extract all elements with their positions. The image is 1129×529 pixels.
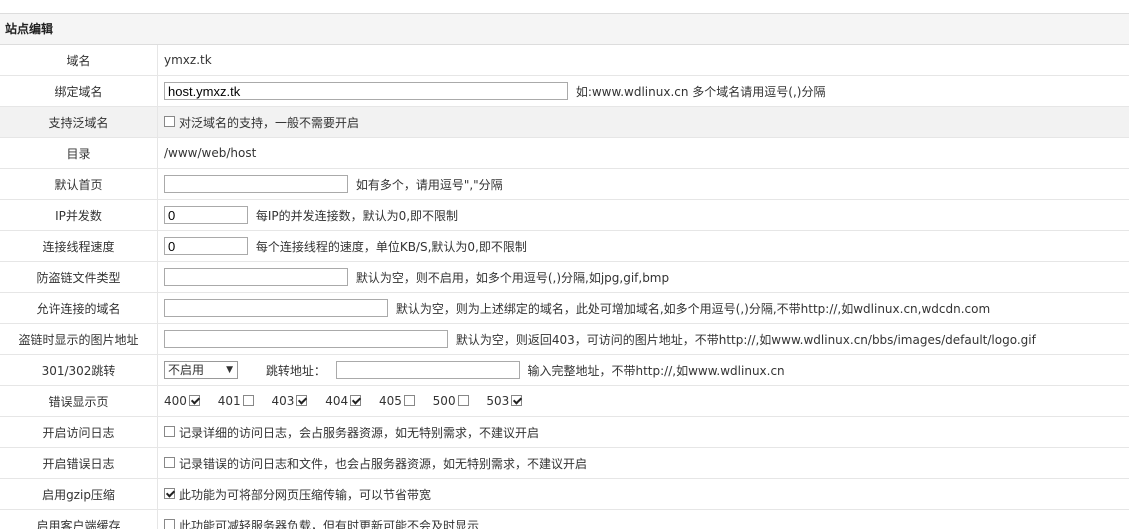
default-index-input[interactable] — [164, 175, 348, 193]
row-access-log: 开启访问日志 记录详细的访问日志，会占服务器资源，如无特别需求，不建议开启 — [0, 416, 1129, 448]
label-gzip: 启用gzip压缩 — [0, 478, 158, 510]
label-error-pages: 错误显示页 — [0, 385, 158, 417]
row-allowed-domains: 允许连接的域名 默认为空，则为上述绑定的域名，此处可增加域名,如多个用逗号(,)… — [0, 292, 1129, 324]
error-code-500: 500 — [433, 394, 473, 408]
label-bind-domain: 绑定域名 — [0, 75, 158, 107]
section-title: 站点编辑 — [0, 14, 1129, 45]
label-directory: 目录 — [0, 137, 158, 169]
label-redirect: 301/302跳转 — [0, 354, 158, 386]
label-domain: 域名 — [0, 45, 158, 76]
error-code-label: 403 — [271, 394, 295, 409]
redirect-hint: 输入完整地址，不带http://,如www.wdlinux.cn — [527, 363, 785, 378]
error-401-checkbox[interactable] — [242, 394, 254, 406]
value-directory: /www/web/host — [157, 137, 1129, 169]
label-wildcard: 支持泛域名 — [0, 106, 158, 138]
row-directory: 目录 /www/web/host — [0, 137, 1129, 169]
row-hotlink-types: 防盗链文件类型 默认为空，则不启用，如多个用逗号(,)分隔,如jpg,gif,b… — [0, 261, 1129, 293]
redirect-address-label: 跳转地址： — [265, 363, 326, 378]
chevron-down-icon: ▼ — [226, 365, 233, 375]
allowed-domains-hint: 默认为空，则为上述绑定的域名，此处可增加域名,如多个用逗号(,)分隔,不带htt… — [395, 301, 991, 316]
redirect-select-value: 不启用 — [168, 363, 205, 377]
row-client-cache: 启用客户端缓存 此功能可减轻服务器负载，但有时更新可能不会及时显示 — [0, 509, 1129, 529]
error-code-400: 400 — [164, 394, 204, 408]
error-code-403: 403 — [271, 394, 311, 408]
redirect-address-input[interactable] — [335, 361, 520, 379]
row-error-log: 开启错误日志 记录错误的访问日志和文件，也会占服务器资源，如无特别需求，不建议开… — [0, 447, 1129, 479]
error-code-label: 401 — [217, 394, 241, 409]
label-access-log: 开启访问日志 — [0, 416, 158, 448]
value-domain: ymxz.tk — [157, 45, 1129, 76]
label-default-index: 默认首页 — [0, 168, 158, 200]
error-500-checkbox[interactable] — [457, 394, 469, 406]
error-code-405: 405 — [379, 394, 419, 408]
row-ip-concurrency: IP并发数 每IP的并发连接数，默认为0,即不限制 — [0, 199, 1129, 231]
wildcard-checkbox[interactable] — [164, 115, 175, 127]
hotlink-image-input[interactable] — [164, 330, 448, 348]
site-edit-page: 站点编辑 域名 ymxz.tk 绑定域名 如:www.wdlinux.cn 多个… — [0, 0, 1129, 529]
error-405-checkbox[interactable] — [403, 394, 415, 406]
conn-speed-input[interactable] — [164, 237, 248, 255]
label-error-log: 开启错误日志 — [0, 447, 158, 479]
error-code-label: 400 — [164, 394, 187, 409]
error-404-checkbox[interactable] — [350, 394, 362, 406]
label-client-cache: 启用客户端缓存 — [0, 509, 158, 529]
row-hotlink-image: 盗链时显示的图片地址 默认为空，则返回403，可访问的图片地址，不带http:/… — [0, 323, 1129, 355]
label-hotlink-types: 防盗链文件类型 — [0, 261, 158, 293]
row-default-index: 默认首页 如有多个，请用逗号","分隔 — [0, 168, 1129, 200]
label-hotlink-image: 盗链时显示的图片地址 — [0, 323, 158, 355]
client-cache-hint: 此功能可减轻服务器负载，但有时更新可能不会及时显示 — [179, 518, 480, 529]
row-error-pages: 错误显示页 400 401 403 404 405 500 503 — [0, 385, 1129, 417]
error-code-label: 405 — [378, 394, 402, 409]
gzip-checkbox[interactable] — [164, 487, 175, 499]
allowed-domains-input[interactable] — [164, 299, 388, 317]
default-index-hint: 如有多个，请用逗号","分隔 — [355, 177, 503, 192]
error-code-404: 404 — [325, 394, 365, 408]
top-divider — [0, 0, 1129, 14]
error-pages-group: 400 401 403 404 405 500 503 — [157, 385, 1129, 417]
label-allowed-domains: 允许连接的域名 — [0, 292, 158, 324]
label-conn-speed: 连接线程速度 — [0, 230, 158, 262]
error-403-checkbox[interactable] — [296, 394, 308, 406]
site-edit-form: 域名 ymxz.tk 绑定域名 如:www.wdlinux.cn 多个域名请用逗… — [0, 45, 1129, 529]
access-log-hint: 记录详细的访问日志，会占服务器资源，如无特别需求，不建议开启 — [179, 425, 540, 440]
redirect-select[interactable]: 不启用 ▼ — [164, 361, 238, 379]
hotlink-types-input[interactable] — [164, 268, 348, 286]
gzip-hint: 此功能为可将部分网页压缩传输，可以节省带宽 — [179, 487, 432, 502]
error-log-checkbox[interactable] — [164, 456, 175, 468]
error-400-checkbox[interactable] — [188, 394, 200, 406]
row-domain: 域名 ymxz.tk — [0, 45, 1129, 76]
error-code-label: 500 — [432, 394, 456, 409]
hotlink-types-hint: 默认为空，则不启用，如多个用逗号(,)分隔,如jpg,gif,bmp — [355, 270, 670, 285]
error-code-label: 503 — [486, 394, 510, 409]
wildcard-hint: 对泛域名的支持，一般不需要开启 — [179, 115, 360, 130]
client-cache-checkbox[interactable] — [164, 518, 175, 529]
bind-domain-input[interactable] — [164, 82, 568, 100]
ip-concurrency-hint: 每IP的并发连接数，默认为0,即不限制 — [255, 208, 459, 223]
row-gzip: 启用gzip压缩 此功能为可将部分网页压缩传输，可以节省带宽 — [0, 478, 1129, 510]
row-redirect: 301/302跳转 不启用 ▼ 跳转地址： 输入完整地址，不带http://,如w… — [0, 354, 1129, 386]
row-wildcard: 支持泛域名 对泛域名的支持，一般不需要开启 — [0, 106, 1129, 138]
conn-speed-hint: 每个连接线程的速度，单位KB/S,默认为0,即不限制 — [255, 239, 527, 254]
hotlink-image-hint: 默认为空，则返回403，可访问的图片地址，不带http://,如www.wdli… — [455, 332, 1036, 347]
error-503-checkbox[interactable] — [511, 394, 523, 406]
row-bind-domain: 绑定域名 如:www.wdlinux.cn 多个域名请用逗号(,)分隔 — [0, 75, 1129, 107]
label-ip-concurrency: IP并发数 — [0, 199, 158, 231]
row-conn-speed: 连接线程速度 每个连接线程的速度，单位KB/S,默认为0,即不限制 — [0, 230, 1129, 262]
error-code-503: 503 — [486, 394, 526, 408]
access-log-checkbox[interactable] — [164, 425, 175, 437]
error-code-401: 401 — [218, 394, 258, 408]
error-code-label: 404 — [325, 394, 349, 409]
ip-concurrency-input[interactable] — [164, 206, 248, 224]
error-log-hint: 记录错误的访问日志和文件，也会占服务器资源，如无特别需求，不建议开启 — [179, 456, 588, 471]
bind-domain-hint: 如:www.wdlinux.cn 多个域名请用逗号(,)分隔 — [575, 84, 826, 99]
